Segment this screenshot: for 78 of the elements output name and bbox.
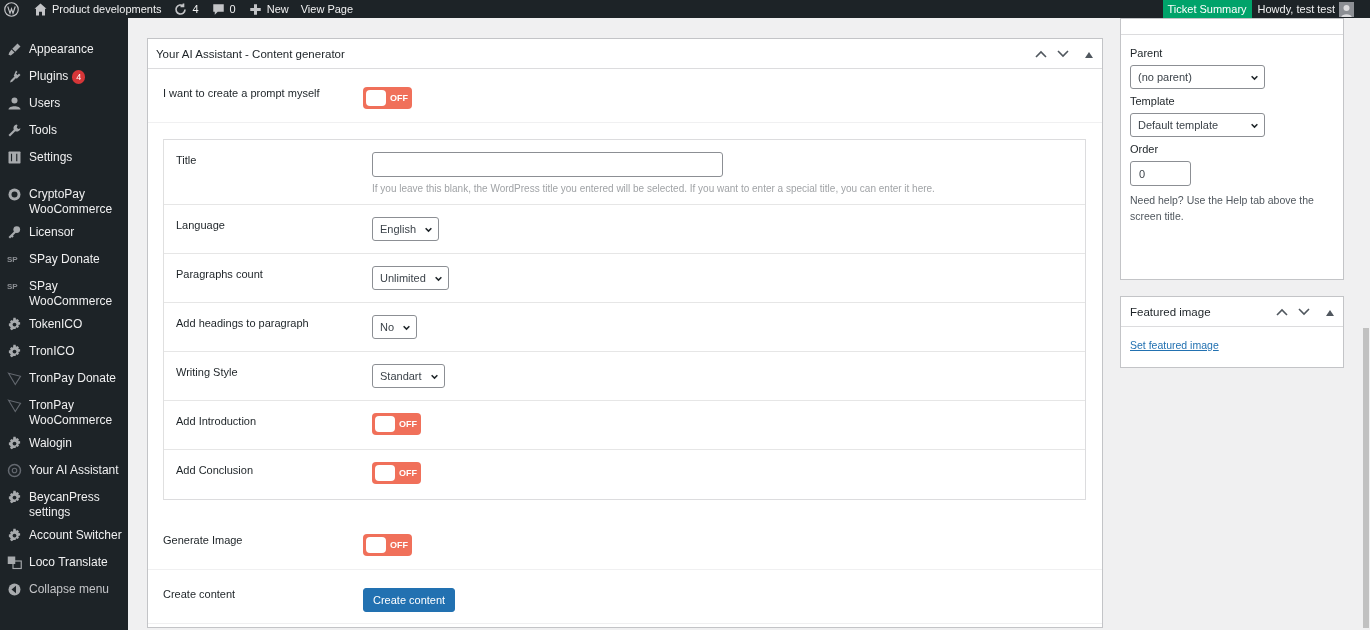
field-label: Create content [163, 588, 237, 600]
field-label: Order [1130, 143, 1160, 155]
field-label: I want to create a prompt myself [163, 87, 321, 99]
refresh-icon[interactable] [173, 1, 189, 17]
wrench-icon [7, 123, 22, 138]
title-field[interactable] [372, 152, 723, 177]
help-text: If you leave this blank, the WordPress title you entered will be selected. If you want to enter a special title, you can enter it here. [372, 183, 935, 194]
menu-item[interactable]: TronICO [29, 344, 125, 359]
sp-icon: SP [7, 279, 22, 294]
new-link[interactable]: New [266, 3, 289, 15]
plus-icon[interactable] [247, 1, 263, 17]
user-icon [7, 96, 22, 111]
select-dropdown[interactable]: Standart [372, 364, 445, 388]
plug-icon [7, 69, 22, 84]
field-label: Add Conclusion [176, 463, 255, 476]
gear-icon [7, 490, 22, 505]
menu-item[interactable]: SPay Donate [29, 252, 125, 267]
menu-item[interactable]: CryptoPay WooCommerce [29, 187, 125, 217]
translate-icon [7, 555, 22, 570]
coin-icon [7, 187, 22, 202]
menu-item[interactable]: Loco Translate [29, 555, 125, 570]
home-icon[interactable] [33, 1, 48, 17]
avatar-icon[interactable] [1339, 1, 1354, 17]
order-field[interactable]: 0 [1130, 161, 1191, 186]
user-greeting[interactable]: Howdy, test test [1257, 3, 1335, 15]
help-text: Need help? Use the Help tab above the screen title. [1130, 193, 1315, 224]
scroll-thumb[interactable] [1363, 328, 1369, 628]
gear-icon [7, 436, 22, 451]
brush-icon [7, 42, 22, 57]
menu-item[interactable]: Appearance [29, 42, 125, 57]
menu-item[interactable]: BeycanPress settings [29, 490, 125, 520]
triangle-icon [7, 371, 22, 386]
field-label: Language [176, 218, 226, 231]
comment-icon[interactable] [210, 1, 226, 17]
gear-icon [7, 344, 22, 359]
view-page-link[interactable]: View Page [300, 3, 354, 15]
select-dropdown[interactable]: Unlimited [372, 266, 449, 290]
gear-icon [7, 528, 22, 543]
menu-item[interactable]: Tools [29, 123, 125, 138]
collapse-menu-link[interactable]: Collapse menu [29, 582, 125, 597]
menu-item[interactable]: SPay WooCommerce [29, 279, 125, 309]
menu-item[interactable]: TronPay WooCommerce [29, 398, 125, 428]
field-label: Add headings to paragraph [176, 316, 310, 329]
key-icon [7, 225, 22, 240]
panel-title: Featured image [1130, 305, 1212, 318]
menu-item[interactable]: Plugins [29, 69, 69, 83]
select-dropdown[interactable]: No [372, 315, 418, 339]
count-badge: 4 [72, 70, 86, 84]
menu-item[interactable]: Walogin [29, 436, 125, 451]
field-label: Generate Image [163, 534, 244, 546]
updates-count[interactable]: 4 [192, 3, 199, 15]
menu-item[interactable]: Users [29, 96, 125, 111]
menu-item[interactable]: Settings [29, 150, 125, 165]
sp-icon: SP [7, 252, 22, 267]
field-label: Template [1130, 95, 1176, 107]
set-featured-image-link[interactable]: Set featured image [1130, 339, 1219, 351]
menu-item[interactable]: TokenICO [29, 317, 125, 332]
field-label: Title [176, 153, 198, 166]
select-dropdown[interactable]: (no parent) [1130, 65, 1265, 89]
field-label: Parent [1130, 47, 1164, 59]
triangle-icon [7, 398, 22, 413]
create-content-button[interactable]: Create content [363, 588, 456, 612]
site-name-link[interactable]: Product developments [52, 3, 162, 15]
wordpress-logo-icon[interactable] [4, 1, 19, 17]
menu-item[interactable]: Your AI Assistant [29, 463, 125, 478]
comments-count[interactable]: 0 [229, 3, 236, 15]
field-label: Paragraphs count [176, 267, 264, 280]
menu-item[interactable]: TronPay Donate [29, 371, 125, 386]
panel-title: Your AI Assistant - Content generator [156, 47, 346, 60]
field-label: Add Introduction [176, 414, 258, 427]
menu-item[interactable]: Licensor [29, 225, 125, 240]
select-dropdown[interactable]: English [372, 217, 440, 241]
gear-icon [7, 317, 22, 332]
field-label: Writing Style [176, 365, 239, 378]
menu-item[interactable]: Account Switcher [29, 528, 125, 543]
select-dropdown[interactable]: Default template [1130, 113, 1265, 137]
sliders-icon [7, 150, 22, 165]
collapse-icon[interactable] [7, 582, 22, 597]
